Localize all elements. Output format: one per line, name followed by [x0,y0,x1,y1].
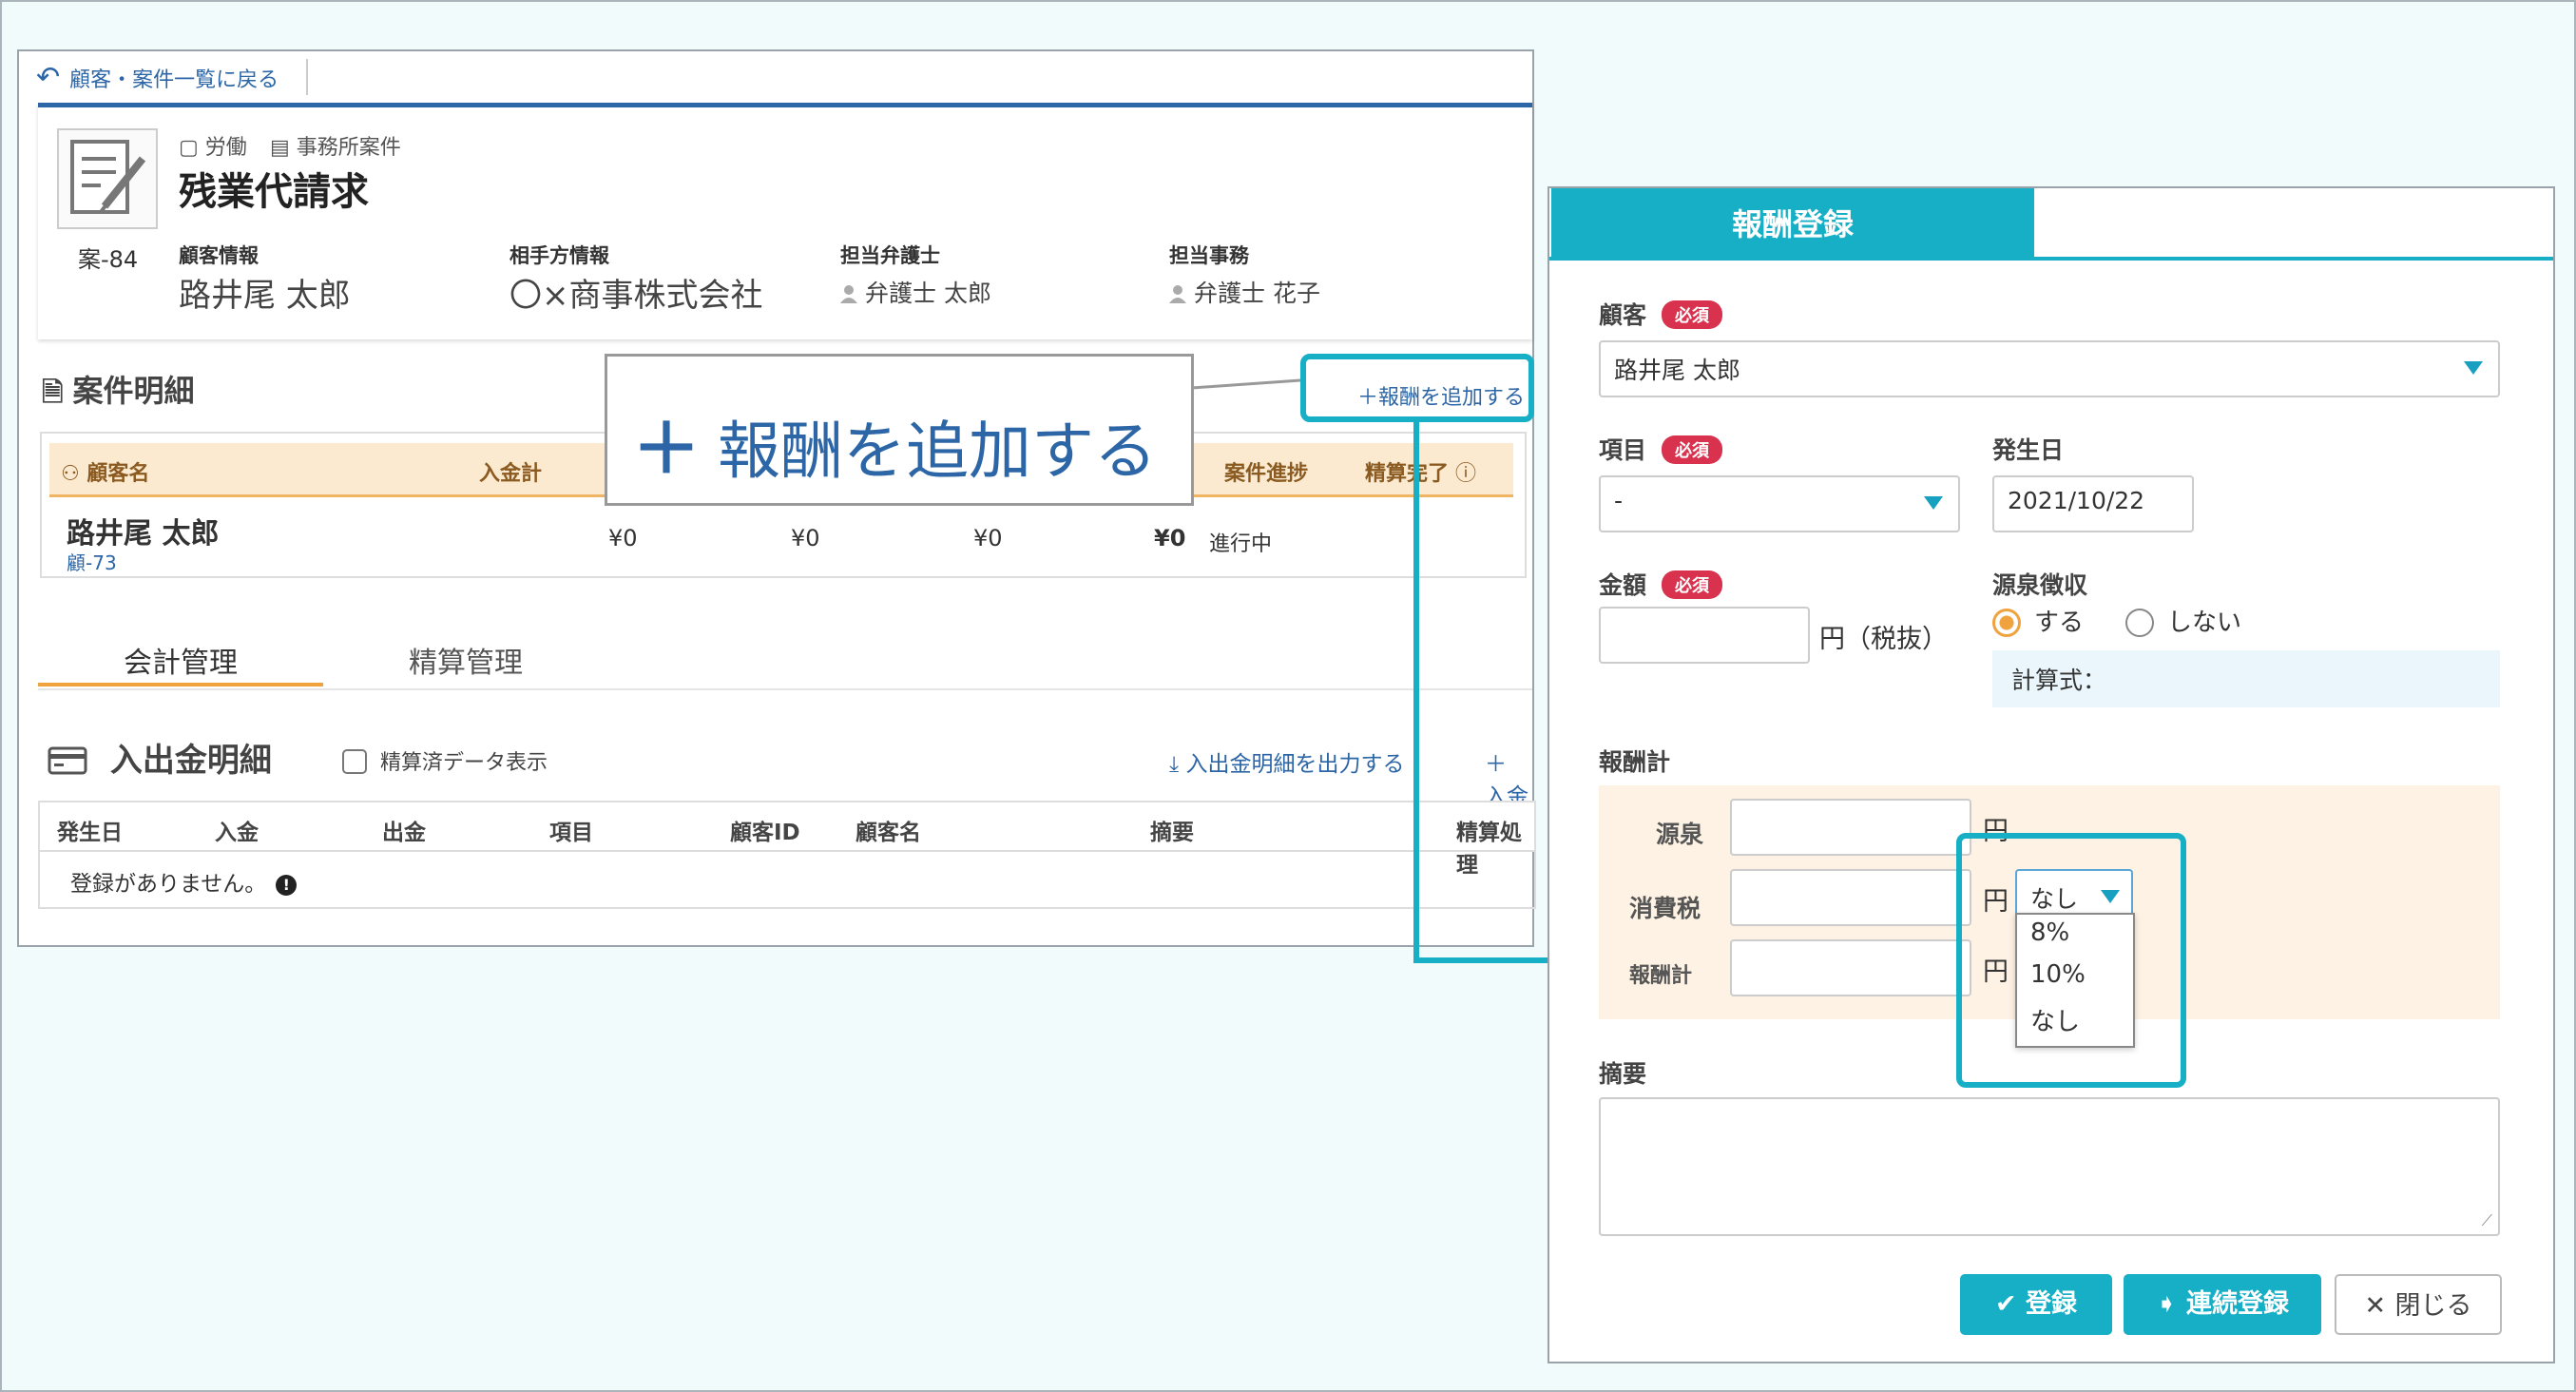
modal-title: 報酬登録 [1551,188,2034,261]
withholding-row-label: 源泉 [1656,821,1704,848]
radio-selected[interactable] [1992,609,2021,637]
chevron-down-icon [1924,496,1943,510]
close-icon: ✕ [2364,1291,2395,1321]
tax-amount-input[interactable] [1730,869,1971,926]
resize-handle-icon[interactable]: ⟋ [2482,1211,2492,1230]
check-icon: ✔ [1994,1289,2027,1319]
memo-field-label: 摘要 [1599,1060,1647,1088]
radio-unselected[interactable] [2125,609,2154,637]
withholding-yes-radio[interactable]: する [1992,603,2084,638]
memo-textarea[interactable]: ⟋ [1599,1097,2500,1236]
client-select[interactable]: 路井尾 太郎 [1599,340,2500,397]
tax-row-label: 消費税 [1629,895,1701,922]
item-select[interactable]: - [1599,475,1960,532]
highlight-add-fee [1300,354,1534,422]
withholding-field-label: 源泉徴収 [1992,571,2088,599]
required-badge: 必須 [1662,435,1723,464]
amount-field-label: 金額 必須 [1599,567,1723,601]
highlight-tax-dropdown [1956,833,2186,1088]
date-input[interactable]: 2021/10/22 [1992,475,2194,532]
date-field-label: 発生日 [1992,436,2065,464]
total-section-label: 報酬計 [1599,748,1671,776]
formula-box: 計算式： [1992,650,2500,707]
client-field-label: 顧客 必須 [1599,297,1723,331]
close-button[interactable]: ✕ 閉じる [2335,1274,2502,1335]
total-row-label: 報酬計 [1629,964,1693,988]
chevron-down-icon [2464,361,2483,375]
amount-unit: 円（税抜） [1819,625,1948,654]
amount-input[interactable] [1599,607,1810,664]
arrow-right-icon: ➧ [2155,1289,2187,1319]
withholding-no-radio[interactable]: しない [2125,603,2241,638]
item-field-label: 項目 必須 [1599,432,1723,466]
total-amount-input[interactable] [1730,939,1971,996]
required-badge: 必須 [1662,570,1723,599]
withholding-amount-input[interactable] [1730,799,1971,856]
required-badge: 必須 [1662,300,1723,329]
register-button[interactable]: ✔ 登録 [1960,1274,2112,1335]
continuous-register-button[interactable]: ➧ 連続登録 [2124,1274,2321,1335]
fee-registration-modal: 報酬登録 顧客 必須 路井尾 太郎 項目 必須 - 発生日 2021/10/22 金… [1548,186,2555,1363]
